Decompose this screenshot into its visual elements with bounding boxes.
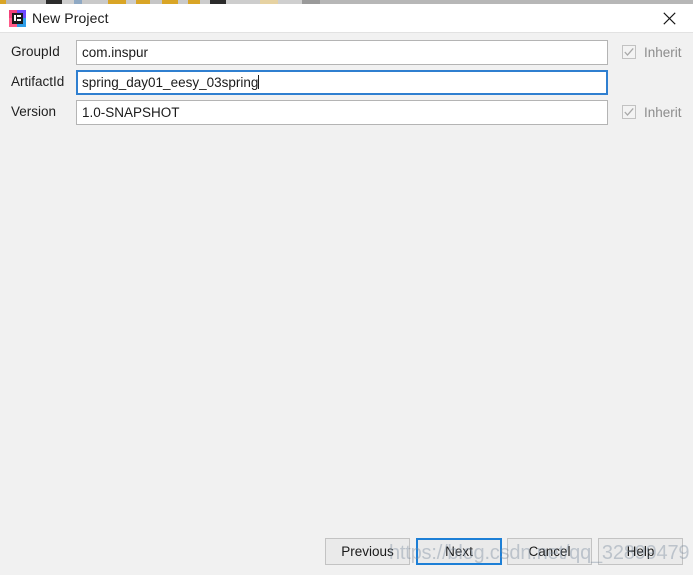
form-row-groupid: GroupId com.inspur Inherit [0,40,693,65]
inherit-label: Inherit [644,105,682,120]
form-row-version: Version 1.0-SNAPSHOT Inherit [0,100,693,125]
groupid-label: GroupId [11,44,60,59]
checkbox-box [622,45,636,59]
artifactid-label: ArtifactId [11,74,65,89]
form-row-artifactid: ArtifactId spring_day01_eesy_03spring [0,70,693,95]
window-title: New Project [32,10,109,26]
close-button[interactable] [647,4,693,33]
next-button[interactable]: Next [416,538,502,565]
checkbox-box [622,105,636,119]
checkmark-icon [624,107,634,116]
previous-button[interactable]: Previous [325,538,410,565]
intellij-idea-icon [9,10,26,27]
groupid-input[interactable]: com.inspur [76,40,608,65]
artifactid-input-value: spring_day01_eesy_03spring [82,75,259,90]
new-project-dialog: New Project GroupId com.inspur Inherit A… [0,0,693,575]
close-icon [663,12,676,25]
artifactid-input[interactable]: spring_day01_eesy_03spring [76,70,608,95]
dialog-button-bar: Previous Next Cancel Help [0,538,693,566]
help-button[interactable]: Help [598,538,683,565]
text-caret [258,75,260,89]
checkmark-icon [624,47,634,56]
version-input[interactable]: 1.0-SNAPSHOT [76,100,608,125]
cancel-button[interactable]: Cancel [507,538,592,565]
titlebar: New Project [0,4,693,33]
inherit-label: Inherit [644,45,682,60]
version-label: Version [11,104,57,119]
